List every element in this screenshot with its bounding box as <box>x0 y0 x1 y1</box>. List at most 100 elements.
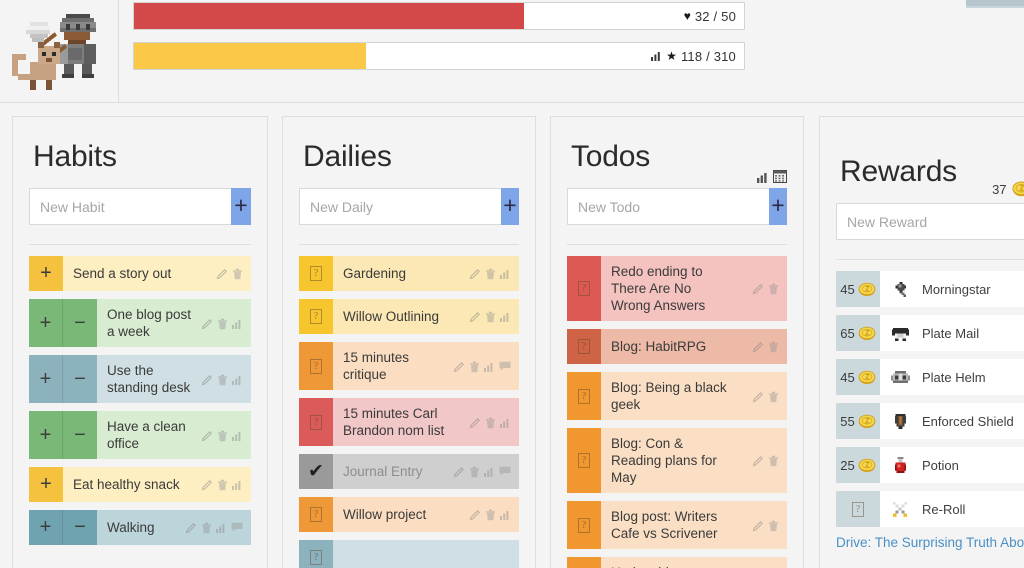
task-row[interactable]: ✔ Journal Entry <box>299 454 519 489</box>
task-row[interactable]: ? Willow Outlining <box>299 299 519 334</box>
task-checkbox[interactable]: ? <box>299 398 333 446</box>
task-checkbox[interactable]: ? <box>299 299 333 334</box>
edit-icon[interactable] <box>201 318 213 330</box>
task-checkbox[interactable]: ✔ <box>299 454 333 489</box>
edit-icon[interactable] <box>201 479 213 491</box>
task-row[interactable]: ? <box>299 540 519 568</box>
edit-icon[interactable] <box>185 522 197 534</box>
top-right-tab-strip[interactable] <box>966 0 1024 8</box>
new-daily-input[interactable] <box>299 188 501 225</box>
task-row[interactable]: ? Gardening <box>299 256 519 291</box>
experience-bar[interactable]: ★ 118 / 310 <box>133 42 745 70</box>
edit-icon[interactable] <box>469 509 481 521</box>
habit-plus-button[interactable]: + <box>29 467 63 502</box>
delete-icon[interactable] <box>485 417 496 429</box>
delete-icon[interactable] <box>217 318 228 330</box>
reward-cost[interactable]: 45 <box>836 271 880 307</box>
task-row[interactable]: + − Use the standing desk <box>29 355 251 403</box>
reward-cost[interactable]: ? <box>836 491 880 527</box>
habit-minus-button[interactable]: − <box>63 299 97 347</box>
delete-icon[interactable] <box>768 455 779 467</box>
edit-icon[interactable] <box>752 391 764 403</box>
task-checkbox[interactable]: ? <box>299 342 333 390</box>
custom-reward-link[interactable]: Drive: The Surprising Truth About <box>836 535 1024 550</box>
reward-row[interactable]: 45 Morningstar <box>836 271 1024 307</box>
edit-icon[interactable] <box>469 417 481 429</box>
delete-icon[interactable] <box>768 283 779 295</box>
delete-icon[interactable] <box>469 466 480 478</box>
edit-icon[interactable] <box>469 311 481 323</box>
task-checkbox[interactable]: ? <box>567 329 601 364</box>
reward-row[interactable]: 45 Plate Helm <box>836 359 1024 395</box>
add-habit-button[interactable]: + <box>231 188 251 225</box>
stats-icon[interactable] <box>232 430 243 441</box>
habit-minus-button[interactable]: − <box>63 411 97 459</box>
edit-icon[interactable] <box>752 341 764 353</box>
task-row[interactable]: ? Blog: HabitRPG <box>567 329 787 364</box>
new-reward-input[interactable] <box>836 203 1024 240</box>
habit-plus-button[interactable]: + <box>29 256 63 291</box>
avatar-cell[interactable] <box>0 0 119 102</box>
task-row[interactable]: ? Blog: Con & Reading plans for May <box>567 428 787 493</box>
habit-plus-button[interactable]: + <box>29 355 63 403</box>
edit-icon[interactable] <box>752 283 764 295</box>
edit-icon[interactable] <box>453 361 465 373</box>
health-bar[interactable]: ♥ 32 / 50 <box>133 2 745 30</box>
delete-icon[interactable] <box>217 374 228 386</box>
edit-icon[interactable] <box>752 520 764 532</box>
stats-icon[interactable] <box>232 479 243 490</box>
stats-icon[interactable] <box>500 417 511 428</box>
comment-icon[interactable] <box>499 361 511 372</box>
stats-icon[interactable] <box>232 318 243 329</box>
new-habit-input[interactable] <box>29 188 231 225</box>
delete-icon[interactable] <box>768 391 779 403</box>
habit-minus-button[interactable]: − <box>63 510 97 545</box>
habit-plus-button[interactable]: + <box>29 299 63 347</box>
habit-plus-button[interactable]: + <box>29 510 63 545</box>
reward-row[interactable]: 55 Enforced Shield <box>836 403 1024 439</box>
task-checkbox[interactable]: ? <box>567 501 601 549</box>
comment-icon[interactable] <box>499 466 511 477</box>
delete-icon[interactable] <box>485 268 496 280</box>
task-checkbox[interactable]: ? <box>299 256 333 291</box>
task-row[interactable]: ? 15 minutes critique <box>299 342 519 390</box>
delete-icon[interactable] <box>232 268 243 280</box>
delete-icon[interactable] <box>768 341 779 353</box>
edit-icon[interactable] <box>201 374 213 386</box>
edit-icon[interactable] <box>453 466 465 478</box>
reward-cost[interactable]: 45 <box>836 359 880 395</box>
stats-icon[interactable] <box>500 311 511 322</box>
task-row[interactable]: + − One blog post a week <box>29 299 251 347</box>
reward-row[interactable]: 25 Potion <box>836 447 1024 483</box>
reward-cost[interactable]: 25 <box>836 447 880 483</box>
task-checkbox[interactable]: ? <box>567 372 601 420</box>
stats-icon[interactable] <box>484 466 495 477</box>
new-todo-input[interactable] <box>567 188 769 225</box>
delete-icon[interactable] <box>768 520 779 532</box>
stats-icon[interactable] <box>500 509 511 520</box>
delete-icon[interactable] <box>469 361 480 373</box>
delete-icon[interactable] <box>217 479 228 491</box>
task-row[interactable]: + Send a story out <box>29 256 251 291</box>
add-daily-button[interactable]: + <box>501 188 519 225</box>
habit-plus-button[interactable]: + <box>29 411 63 459</box>
habit-minus-button[interactable]: − <box>63 355 97 403</box>
delete-icon[interactable] <box>485 311 496 323</box>
task-row[interactable]: + Eat healthy snack <box>29 467 251 502</box>
reward-cost[interactable]: 55 <box>836 403 880 439</box>
avatar[interactable] <box>8 6 112 98</box>
task-row[interactable]: ? Blog post: Writers Cafe vs Scrivener <box>567 501 787 549</box>
task-checkbox[interactable]: ? <box>299 540 333 568</box>
task-row[interactable]: ? Update blog post to include... <box>567 557 787 568</box>
delete-icon[interactable] <box>201 522 212 534</box>
stats-icon[interactable] <box>500 268 511 279</box>
stats-icon[interactable] <box>232 374 243 385</box>
task-row[interactable]: ? Redo ending to There Are No Wrong Answe… <box>567 256 787 321</box>
delete-icon[interactable] <box>217 430 228 442</box>
reward-row[interactable]: ? Re-Roll <box>836 491 1024 527</box>
add-todo-button[interactable]: + <box>769 188 787 225</box>
task-checkbox[interactable]: ? <box>567 428 601 493</box>
task-checkbox[interactable]: ? <box>567 557 601 568</box>
task-row[interactable]: + − Have a clean office <box>29 411 251 459</box>
task-row[interactable]: ? Willow project <box>299 497 519 532</box>
